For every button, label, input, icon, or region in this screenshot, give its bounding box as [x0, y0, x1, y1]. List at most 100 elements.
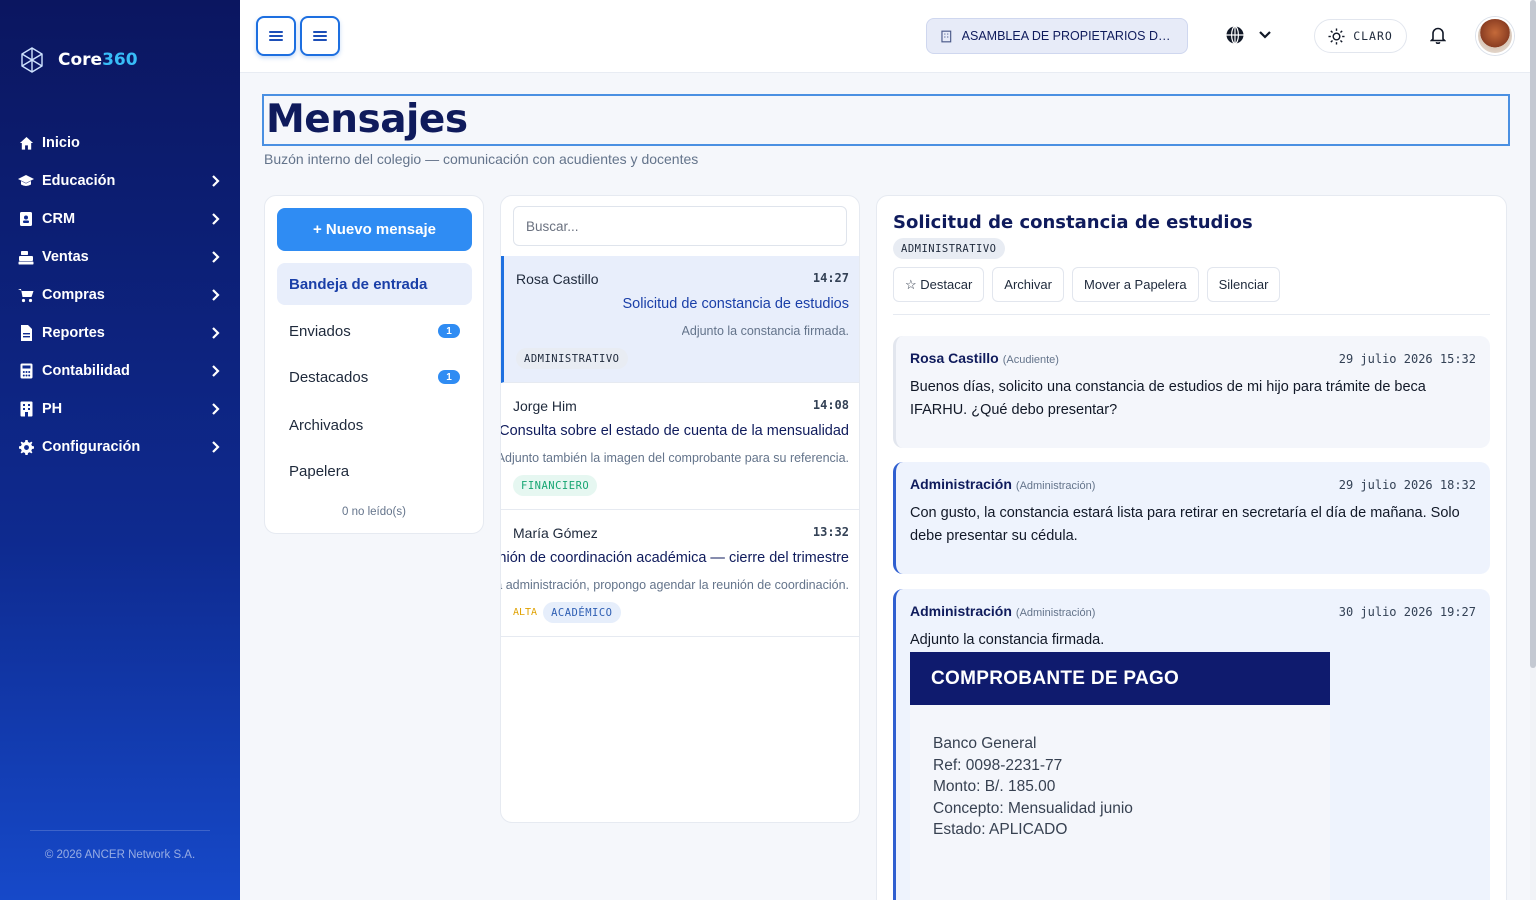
- attachment-image[interactable]: COMPROBANTE DE PAGO Banco General Ref: 0…: [910, 652, 1330, 900]
- nav-item-ventas[interactable]: Ventas: [0, 238, 240, 276]
- message-tags: FINANCIERO: [513, 475, 598, 496]
- nav-item-contabilidad[interactable]: Contabilidad: [0, 352, 240, 390]
- unread-count: 0 no leído(s): [342, 506, 406, 518]
- contacts-book-icon: [18, 211, 34, 227]
- theme-toggle-button[interactable]: CLARO: [1314, 19, 1407, 53]
- message-list-item[interactable]: Jorge Him 14:08 Consulta sobre el estado…: [500, 383, 859, 510]
- page-scrollbar[interactable]: [1530, 0, 1536, 900]
- calculator-icon: [18, 363, 34, 379]
- hamburger-icon: [269, 31, 283, 41]
- organization-selector[interactable]: ASAMBLEA DE PROPIETARIOS DE ...: [926, 18, 1188, 54]
- nav-label: PH: [42, 401, 63, 417]
- scrollbar-thumb[interactable]: [1530, 0, 1536, 668]
- priority-label: ALTA: [513, 607, 538, 618]
- app-logo[interactable]: Core360: [18, 46, 138, 74]
- message-subject: Consulta sobre el estado de cuenta de la…: [500, 423, 849, 439]
- author-role: (Acudiente): [1002, 354, 1059, 366]
- folder-label: Bandeja de entrada: [289, 275, 428, 293]
- chevron-right-icon: [212, 403, 220, 415]
- category-tag: ACADÉMICO: [543, 602, 621, 623]
- nav-item-configuracion[interactable]: Configuración: [0, 428, 240, 466]
- nav-item-educacion[interactable]: Educación: [0, 162, 240, 200]
- folder-label: Enviados: [289, 322, 351, 340]
- divider: [893, 314, 1490, 315]
- nav-item-crm[interactable]: CRM: [0, 200, 240, 238]
- chevron-right-icon: [212, 175, 220, 187]
- logo-text: Core360: [58, 50, 138, 70]
- message-tags: ALTA ACADÉMICO: [513, 602, 621, 623]
- folder-starred[interactable]: Destacados 1: [277, 356, 472, 398]
- message-subject: Solicitud de constancia de estudios: [622, 296, 849, 312]
- language-selector[interactable]: [1226, 26, 1272, 44]
- chevron-right-icon: [212, 327, 220, 339]
- folder-inbox[interactable]: Bandeja de entrada: [277, 263, 472, 305]
- theme-label: CLARO: [1353, 29, 1393, 43]
- author-name: Administración: [910, 476, 1012, 492]
- nav-label: Ventas: [42, 249, 89, 265]
- chevron-right-icon: [212, 213, 220, 225]
- nav-item-inicio[interactable]: Inicio: [0, 124, 240, 162]
- bell-icon: [1429, 27, 1447, 45]
- folders-panel: + Nuevo mensaje Bandeja de entrada Envia…: [264, 195, 484, 534]
- message-list-item[interactable]: Rosa Castillo 14:27 Solicitud de constan…: [501, 256, 859, 383]
- hamburger-icon: [313, 31, 327, 41]
- chevron-right-icon: [212, 289, 220, 301]
- nav-label: CRM: [42, 211, 76, 227]
- graduation-cap-icon: [18, 173, 34, 189]
- move-to-trash-button[interactable]: Mover a Papelera: [1071, 267, 1199, 302]
- organization-name: ASAMBLEA DE PROPIETARIOS DE ...: [961, 29, 1173, 43]
- message-body: Con gusto, la constancia estará lista pa…: [910, 505, 1460, 544]
- message-subject-row: ★Reunión de coordinación académica — cie…: [501, 550, 849, 566]
- folder-archived[interactable]: Archivados: [277, 404, 472, 446]
- folder-trash[interactable]: Papelera: [277, 450, 472, 492]
- message-date: 30 julio 2026 19:27: [1338, 605, 1476, 619]
- copyright: © 2026 ANCER Network S.A.: [30, 830, 210, 861]
- nav-label: Inicio: [42, 135, 80, 151]
- sun-icon: [1328, 27, 1345, 45]
- nav-label: Compras: [42, 287, 105, 303]
- star-button[interactable]: ☆ Destacar: [893, 267, 985, 302]
- nav-item-reportes[interactable]: Reportes: [0, 314, 240, 352]
- category-tag: ADMINISTRATIVO: [893, 238, 1005, 259]
- author-role: (Administración): [1015, 480, 1096, 492]
- chevron-right-icon: [212, 365, 220, 377]
- category-tag: FINANCIERO: [513, 475, 598, 496]
- folder-label: Archivados: [289, 416, 364, 434]
- new-message-button[interactable]: + Nuevo mensaje: [277, 208, 472, 251]
- nav-label: Contabilidad: [42, 363, 130, 379]
- category-tag: ADMINISTRATIVO: [516, 348, 628, 369]
- menu-button[interactable]: [300, 16, 340, 56]
- search-input[interactable]: [513, 206, 847, 246]
- toggle-sidebar-button[interactable]: [256, 16, 296, 56]
- message-header: Administración (Administración) 29 julio…: [910, 476, 1476, 492]
- nav-item-compras[interactable]: Compras: [0, 276, 240, 314]
- author-name: Rosa Castillo: [910, 350, 999, 366]
- mute-button[interactable]: Silenciar: [1206, 267, 1281, 302]
- thread-message: Administración (Administración) 30 julio…: [893, 589, 1490, 900]
- topbar: ASAMBLEA DE PROPIETARIOS DE ... CLARO: [240, 0, 1536, 73]
- author-role: (Administración): [1015, 607, 1096, 619]
- message-sender: Rosa Castillo: [516, 271, 599, 287]
- nav-label: Educación: [42, 173, 116, 189]
- message-time: 14:08: [812, 398, 849, 412]
- notifications-button[interactable]: [1429, 26, 1447, 49]
- detail-actions: ☆ Destacar Archivar Mover a Papelera Sil…: [893, 267, 1281, 302]
- building-icon: [941, 30, 952, 42]
- nav-item-ph[interactable]: PH: [0, 390, 240, 428]
- page-title: Mensajes: [262, 94, 1510, 146]
- message-list-panel: Rosa Castillo 14:27 Solicitud de constan…: [500, 195, 860, 823]
- message-time: 14:27: [812, 271, 849, 285]
- voucher-line: Estado: APLICADO: [933, 821, 1068, 838]
- folder-sent[interactable]: Enviados 1: [277, 310, 472, 352]
- thread-message: Rosa Castillo (Acudiente) 29 julio 2026 …: [893, 336, 1490, 448]
- message-date: 29 julio 2026 15:32: [1338, 352, 1476, 366]
- archive-button[interactable]: Archivar: [992, 267, 1064, 302]
- user-avatar[interactable]: [1476, 17, 1514, 55]
- message-tags: ADMINISTRATIVO: [516, 348, 628, 369]
- detail-tags: ADMINISTRATIVO: [893, 238, 1005, 259]
- message-list-item[interactable]: María Gómez 13:32 ★Reunión de coordinaci…: [501, 510, 859, 637]
- nav-label: Reportes: [42, 325, 105, 341]
- message-body: Adjunto la constancia firmada.: [910, 632, 1105, 648]
- message-time: 13:32: [812, 525, 849, 539]
- message-detail-panel: Solicitud de constancia de estudios ADMI…: [876, 195, 1507, 900]
